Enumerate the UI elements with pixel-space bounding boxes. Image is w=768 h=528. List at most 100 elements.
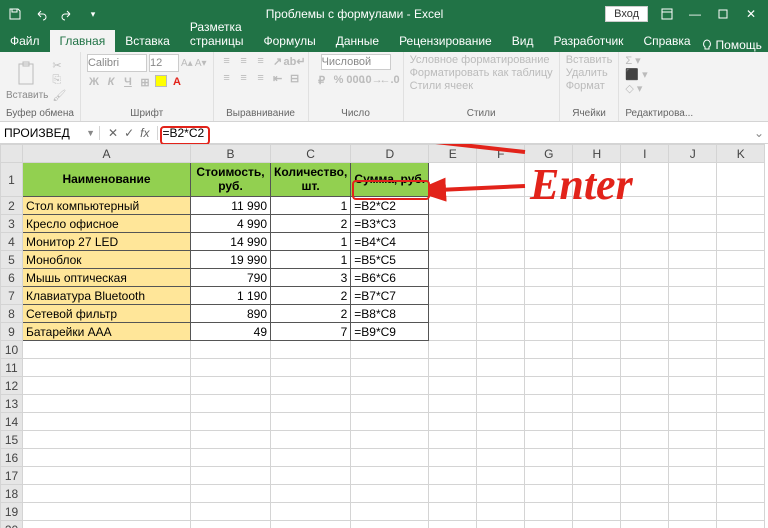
cell[interactable] <box>717 467 765 485</box>
row-header-9[interactable]: 9 <box>1 323 23 341</box>
fill-icon[interactable]: ⬛ ▾ <box>625 68 647 81</box>
format-as-table-button[interactable]: Форматировать как таблицу <box>410 67 553 79</box>
cell-formula[interactable]: =B8*C8 <box>351 305 429 323</box>
column-header-B[interactable]: B <box>191 145 271 163</box>
cell-name[interactable]: Стол компьютерный <box>23 197 191 215</box>
cell[interactable] <box>23 413 191 431</box>
cell[interactable] <box>525 413 573 431</box>
percent-icon[interactable]: % <box>332 73 346 87</box>
maximize-icon[interactable] <box>710 3 736 25</box>
cell[interactable] <box>621 431 669 449</box>
cell[interactable] <box>621 503 669 521</box>
cell[interactable] <box>573 233 621 251</box>
cell[interactable] <box>477 359 525 377</box>
cell[interactable] <box>573 269 621 287</box>
tab-page-layout[interactable]: Разметка страницы <box>180 16 254 52</box>
fill-color-icon[interactable] <box>155 75 167 87</box>
cell[interactable] <box>525 431 573 449</box>
cell[interactable] <box>573 467 621 485</box>
cell[interactable] <box>477 305 525 323</box>
cell[interactable] <box>23 359 191 377</box>
cell[interactable] <box>23 503 191 521</box>
cell[interactable] <box>669 431 717 449</box>
cell[interactable] <box>351 377 429 395</box>
cell[interactable] <box>669 163 717 197</box>
cell[interactable] <box>669 521 717 528</box>
cell[interactable] <box>477 395 525 413</box>
cell-formula[interactable]: =B6*C6 <box>351 269 429 287</box>
cell-formula[interactable]: =B4*C4 <box>351 233 429 251</box>
cell[interactable] <box>621 449 669 467</box>
cell[interactable] <box>429 341 477 359</box>
cell[interactable] <box>477 233 525 251</box>
undo-icon[interactable] <box>30 3 52 25</box>
cell[interactable] <box>573 503 621 521</box>
cell[interactable] <box>23 377 191 395</box>
cell[interactable] <box>351 395 429 413</box>
row-header-4[interactable]: 4 <box>1 233 23 251</box>
cell[interactable] <box>477 413 525 431</box>
row-header-20[interactable]: 20 <box>1 521 23 528</box>
cell[interactable] <box>351 341 429 359</box>
cell-name[interactable]: Моноблок <box>23 251 191 269</box>
cell[interactable] <box>191 395 271 413</box>
cell[interactable] <box>717 503 765 521</box>
cell[interactable] <box>429 269 477 287</box>
cell[interactable] <box>573 485 621 503</box>
border-icon[interactable]: ⊞ <box>138 75 152 89</box>
cell[interactable] <box>477 287 525 305</box>
header-qty[interactable]: Количество, шт. <box>271 163 351 197</box>
cell[interactable] <box>477 269 525 287</box>
cell[interactable] <box>525 215 573 233</box>
name-box-input[interactable] <box>4 126 74 140</box>
cell[interactable] <box>573 251 621 269</box>
cell[interactable] <box>717 323 765 341</box>
cell[interactable] <box>717 359 765 377</box>
row-header-3[interactable]: 3 <box>1 215 23 233</box>
cell[interactable] <box>477 485 525 503</box>
cell[interactable] <box>23 341 191 359</box>
row-header-5[interactable]: 5 <box>1 251 23 269</box>
cell[interactable] <box>621 233 669 251</box>
fx-icon[interactable]: fx <box>140 126 149 140</box>
cell[interactable] <box>191 503 271 521</box>
cell[interactable] <box>621 485 669 503</box>
cell[interactable] <box>477 521 525 528</box>
cell[interactable] <box>271 413 351 431</box>
cell[interactable] <box>669 341 717 359</box>
font-color-icon[interactable]: A <box>170 75 184 89</box>
cell[interactable] <box>429 287 477 305</box>
cell[interactable] <box>271 431 351 449</box>
cell[interactable] <box>573 305 621 323</box>
cell[interactable] <box>351 485 429 503</box>
save-icon[interactable] <box>4 3 26 25</box>
redo-icon[interactable] <box>56 3 78 25</box>
cell[interactable] <box>271 377 351 395</box>
cell[interactable] <box>525 323 573 341</box>
row-header-10[interactable]: 10 <box>1 341 23 359</box>
cell-price[interactable]: 890 <box>191 305 271 323</box>
cancel-formula-icon[interactable]: ✕ <box>108 126 118 140</box>
align-top-icon[interactable]: ≡ <box>220 54 234 68</box>
cell[interactable] <box>23 467 191 485</box>
cell[interactable] <box>621 305 669 323</box>
cell-formula[interactable]: =B7*C7 <box>351 287 429 305</box>
cell-price[interactable]: 14 990 <box>191 233 271 251</box>
cell[interactable] <box>621 413 669 431</box>
row-header-11[interactable]: 11 <box>1 359 23 377</box>
number-format-select[interactable] <box>321 54 391 70</box>
column-header-F[interactable]: F <box>477 145 525 163</box>
cell[interactable] <box>351 359 429 377</box>
align-bottom-icon[interactable]: ≡ <box>254 54 268 68</box>
cell[interactable] <box>525 341 573 359</box>
cell[interactable] <box>477 215 525 233</box>
cell-qty[interactable]: 1 <box>271 251 351 269</box>
cell[interactable] <box>717 413 765 431</box>
cell[interactable] <box>669 395 717 413</box>
ribbon-options-icon[interactable] <box>654 3 680 25</box>
cell-qty[interactable]: 1 <box>271 233 351 251</box>
insert-cells-button[interactable]: Вставить <box>566 54 613 66</box>
cell[interactable] <box>717 341 765 359</box>
cell[interactable] <box>351 467 429 485</box>
cell[interactable] <box>717 377 765 395</box>
